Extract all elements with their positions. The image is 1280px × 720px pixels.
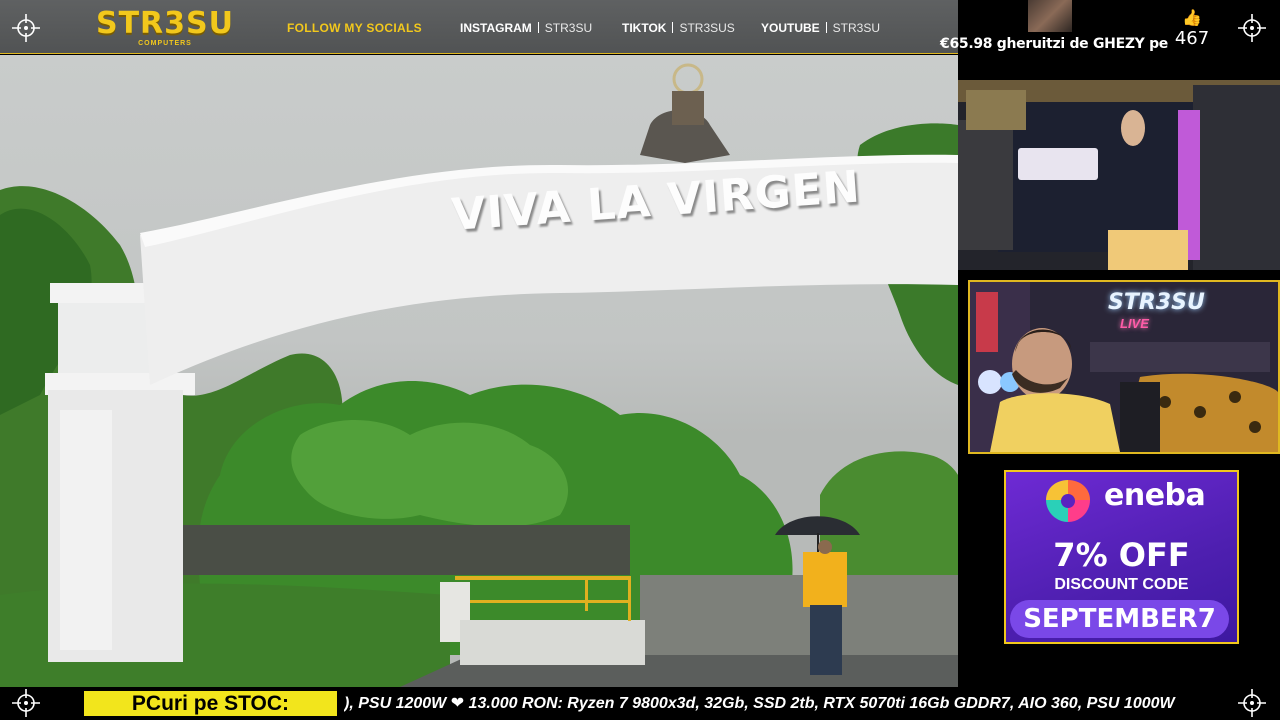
logo-text: STR3SU: [95, 6, 234, 41]
streamer-camera-feed: STR3SU LIVE: [968, 280, 1280, 454]
stream-header-bar: STR3SU COMPUTERS FOLLOW MY SOCIALS INSTA…: [0, 0, 958, 54]
social-instagram: INSTAGRAM STR3SU: [460, 21, 592, 35]
social-tiktok: TIKTOK STR3SUS: [622, 21, 735, 35]
social-handle: STR3SU: [544, 21, 593, 35]
social-network: TIKTOK: [622, 21, 667, 35]
str3su-logo: STR3SU COMPUTERS: [90, 8, 240, 48]
arch-scene: [0, 63, 958, 687]
thumbs-up-icon: 👍: [1182, 10, 1202, 27]
social-network: INSTAGRAM: [460, 21, 532, 35]
logo-subtext: COMPUTERS: [138, 40, 192, 47]
social-handle: STR3SU: [832, 21, 881, 35]
discount-code: SEPTEMBER7: [1010, 600, 1229, 638]
crosshair-icon: [12, 689, 40, 717]
donation-message: €65.98 gheruitzi de GHEZY pe: [940, 36, 1169, 52]
main-video-feed: VIVA LA VIRGEN: [0, 55, 958, 687]
eneba-logo-icon: [1046, 480, 1090, 522]
crosshair-icon: [12, 14, 40, 42]
eneba-brand: eneba: [1104, 478, 1206, 513]
like-counter: 👍 467: [1172, 10, 1212, 50]
ticker-label: PCuri pe STOC:: [84, 691, 337, 716]
discount-headline: 7% OFF: [1053, 536, 1190, 574]
social-network: YOUTUBE: [761, 21, 820, 35]
neon-sign-text: STR3SU: [1108, 290, 1205, 315]
donor-avatar: [1028, 0, 1072, 32]
social-handle: STR3SUS: [679, 21, 735, 35]
crosshair-icon: [1238, 14, 1266, 42]
socials-heading: FOLLOW MY SOCIALS: [287, 21, 422, 35]
like-count: 467: [1174, 28, 1210, 49]
desk-camera-feed: [958, 80, 1280, 270]
ticker-scroll-text: ), PSU 1200W ❤ 13.000 RON: Ryzen 7 9800x…: [344, 695, 1175, 712]
eneba-ad-banner[interactable]: eneba 7% OFF DISCOUNT CODE SEPTEMBER7: [1004, 470, 1239, 644]
social-youtube: YOUTUBE STR3SU: [761, 21, 880, 35]
neon-sign-subtext: LIVE: [1120, 316, 1149, 331]
discount-subline: DISCOUNT CODE: [1054, 576, 1189, 593]
